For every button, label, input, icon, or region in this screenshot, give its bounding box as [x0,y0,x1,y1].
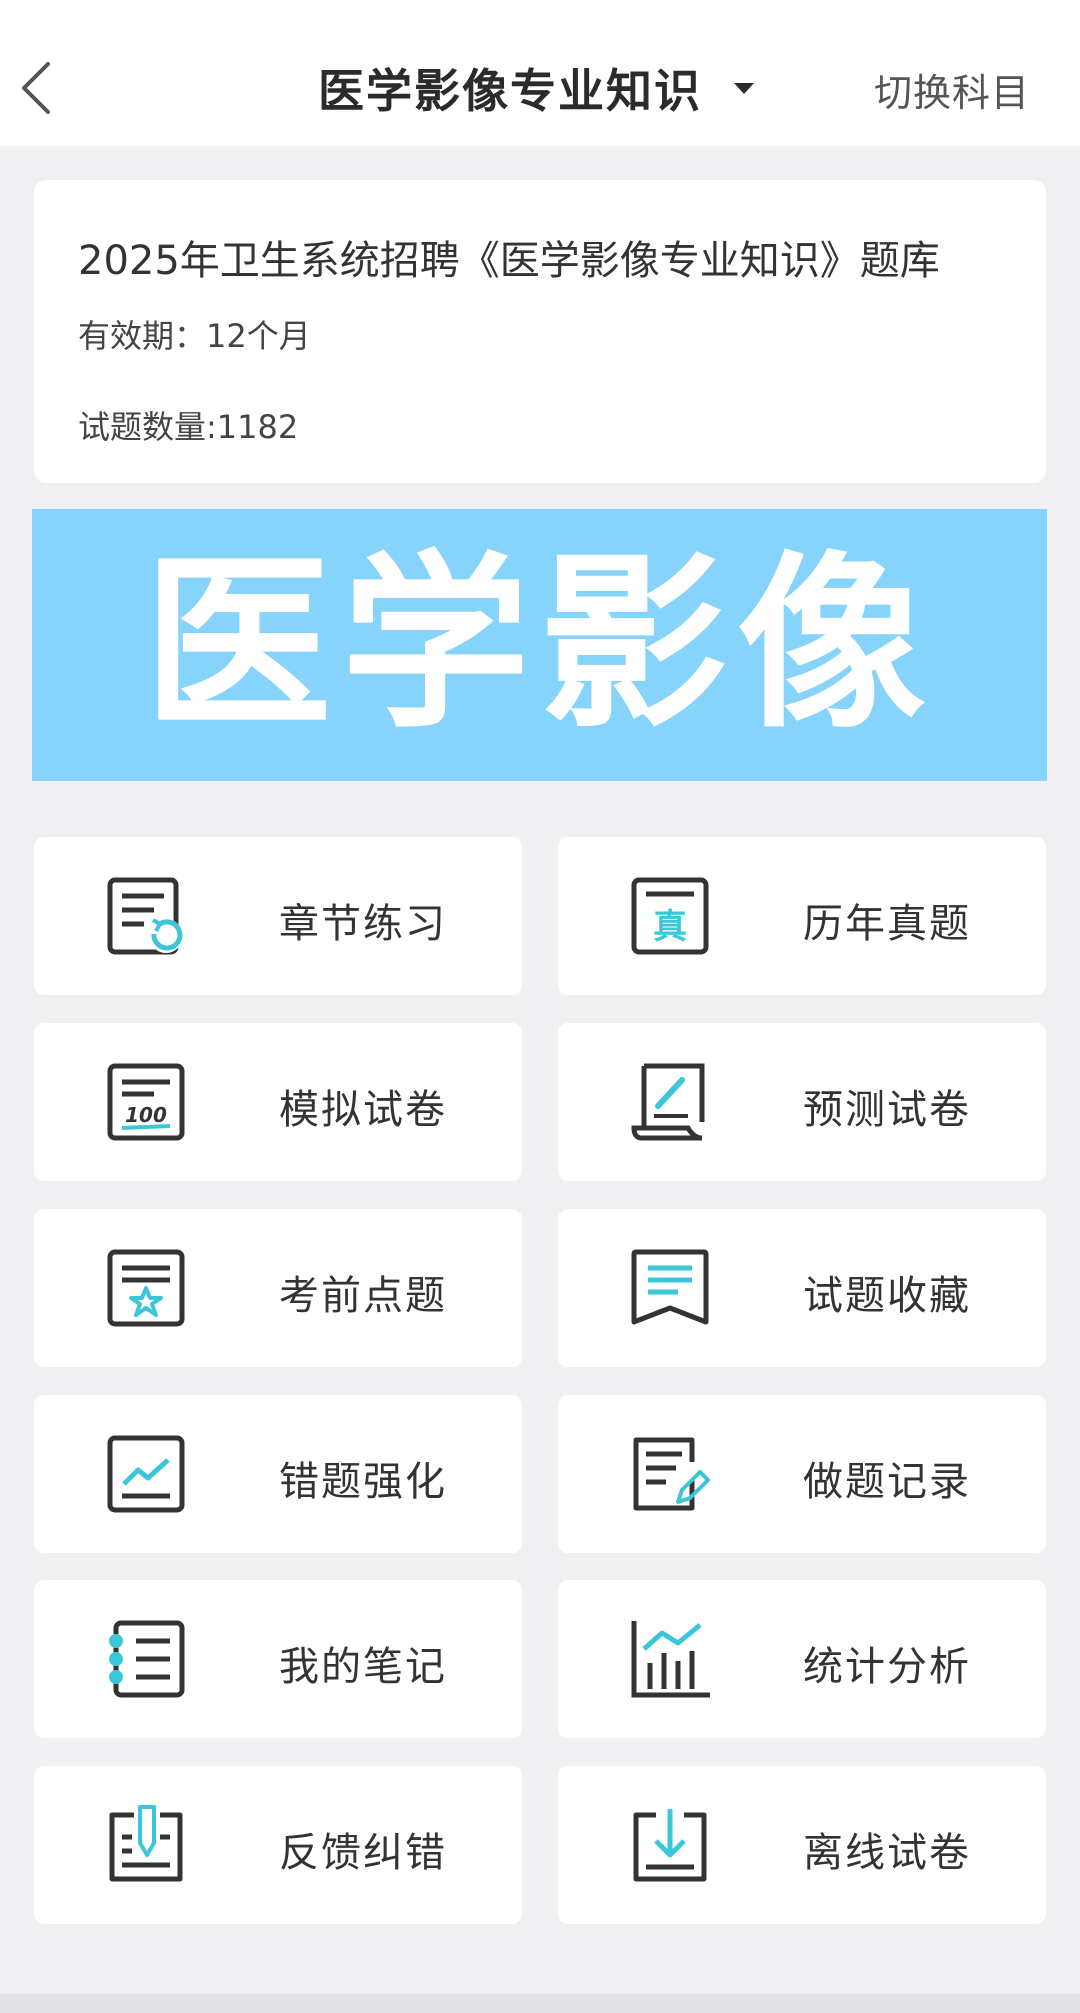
chapter-practice-icon [107,877,183,955]
menu-tile-wrong-questions[interactable]: 错题强化 [34,1395,522,1553]
menu-tile-past-exams[interactable]: 真 历年真题 [558,837,1046,995]
subject-selector[interactable]: 医学影像专业知识 [318,52,754,124]
notes-icon [109,1620,185,1698]
prediction-paper-icon [631,1063,705,1141]
bottom-edge [0,1994,1080,2013]
menu-tile-prediction-paper[interactable]: 预测试卷 [558,1023,1046,1181]
menu-tile-history-record[interactable]: 做题记录 [558,1395,1046,1553]
caret-down-icon [734,82,754,94]
question-bank-title: 2025年卫生系统招聘《医学影像专业知识》题库 [78,238,940,284]
menu-tile-label: 历年真题 [803,901,971,947]
offline-download-icon [633,1809,707,1882]
feedback-icon [109,1805,183,1882]
mock-paper-icon: 100 [107,1063,185,1141]
menu-tile-label: 章节练习 [279,901,447,947]
switch-subject-button[interactable]: 切换科目 [874,62,1030,117]
menu-tile-notes[interactable]: 我的笔记 [34,1580,522,1738]
menu-tile-offline-download[interactable]: 离线试卷 [558,1766,1046,1924]
menu-tile-label: 我的笔记 [279,1644,447,1690]
history-record-icon [633,1437,710,1511]
menu-tile-mock-paper[interactable]: 100 模拟试卷 [34,1023,522,1181]
wrong-questions-icon [107,1435,185,1513]
menu-tile-statistics[interactable]: 统计分析 [558,1580,1046,1738]
menu-tile-label: 离线试卷 [803,1830,971,1876]
menu-tile-label: 试题收藏 [803,1273,971,1319]
menu-tile-label: 考前点题 [279,1273,447,1319]
menu-tile-label: 反馈纠错 [279,1830,447,1876]
menu-tile-label: 统计分析 [803,1644,971,1690]
menu-tile-label: 预测试卷 [803,1087,971,1133]
page-title: 医学影像专业知识 [318,64,702,118]
menu-tile-key-points[interactable]: 考前点题 [34,1209,522,1367]
svg-text:100: 100 [125,1103,167,1127]
question-count: 试题数量:1182 [78,408,299,446]
back-button[interactable] [14,56,58,120]
menu-tile-bookmark[interactable]: 试题收藏 [558,1209,1046,1367]
svg-text:真: 真 [653,907,687,947]
bookmark-icon [631,1249,709,1325]
chevron-left-icon [22,62,50,114]
key-points-icon [107,1249,185,1327]
menu-tile-feedback[interactable]: 反馈纠错 [34,1766,522,1924]
menu-tile-label: 做题记录 [803,1459,971,1505]
question-bank-info-card: 2025年卫生系统招聘《医学影像专业知识》题库 有效期：12个月 试题数量:11… [34,180,1046,483]
top-nav-bar: 医学影像专业知识 切换科目 [0,0,1080,146]
past-exams-icon: 真 [631,877,709,955]
menu-tile-label: 错题强化 [279,1459,447,1505]
menu-tile-label: 模拟试卷 [279,1087,447,1133]
validity-period: 有效期：12个月 [78,317,311,355]
banner-text: 医学影像 [143,535,936,754]
menu-tile-chapter-practice[interactable]: 章节练习 [34,837,522,995]
subject-banner: 医学影像 [32,509,1047,781]
statistics-icon [631,1621,710,1698]
